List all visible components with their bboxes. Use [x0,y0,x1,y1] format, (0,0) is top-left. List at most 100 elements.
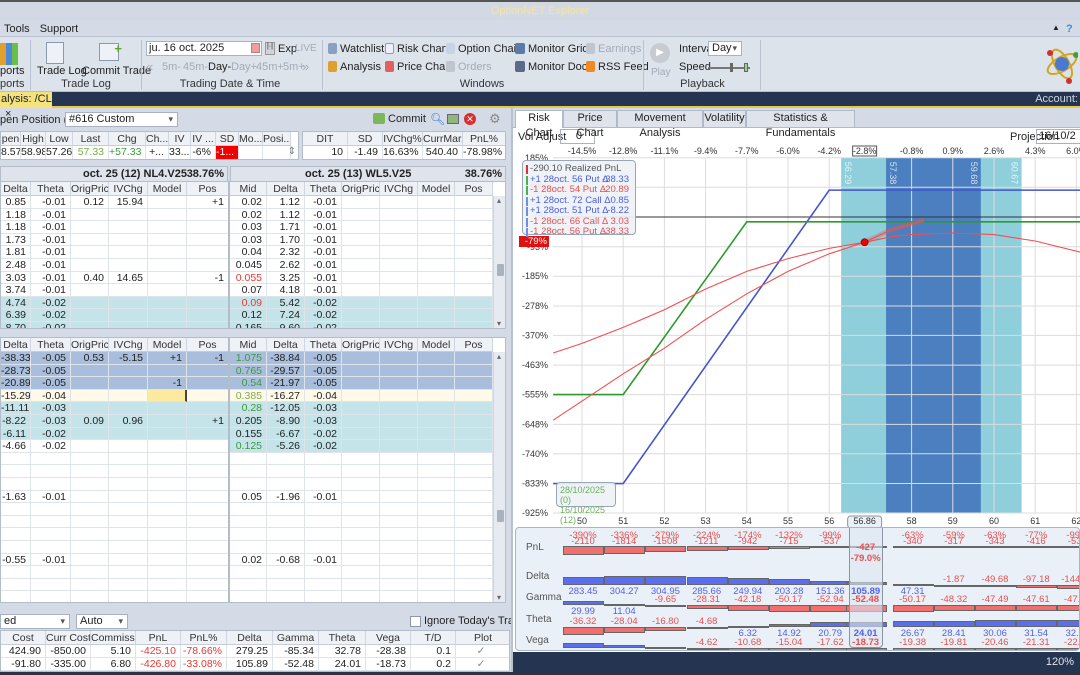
table-cell[interactable] [380,259,418,272]
table-cell[interactable]: -0.02 [31,296,71,310]
table-cell[interactable]: 0.53 [71,352,109,365]
table-row[interactable]: 1.075 -38.84 -0.05 [230,352,505,365]
trade-row[interactable]: -91.80 -335.00 6.80 -426.80 -33.08% 105.89 -52… [1,658,509,671]
table-cell[interactable] [305,465,342,478]
table-cell[interactable]: 7.24 [267,309,305,322]
table-cell[interactable] [455,490,493,504]
table-cell[interactable] [148,246,187,259]
table-cell[interactable]: -0.01 [31,246,71,259]
table-cell[interactable]: -0.01 [305,284,342,297]
scroll-up-icon[interactable]: ▴ [497,196,501,205]
table-cell[interactable] [71,296,109,310]
table-cell[interactable] [455,352,493,365]
table-cell[interactable] [267,515,305,529]
column-header[interactable]: Model [418,338,455,352]
table-cell[interactable] [109,553,148,567]
table-cell[interactable] [380,490,418,504]
table-row[interactable] [1,452,228,466]
table-row[interactable]: 0.385 -16.27 -0.04 [230,389,505,403]
table-cell[interactable] [71,322,109,328]
table-cell[interactable]: -0.01 [305,246,342,259]
table-cell[interactable] [187,528,228,541]
table-cell[interactable] [71,452,109,466]
table-cell[interactable]: 0.28 [230,402,267,415]
table-cell[interactable]: -8.90 [267,415,305,428]
table-cell[interactable] [380,553,418,567]
table-cell[interactable] [109,364,148,378]
table-cell[interactable] [31,515,71,529]
table-cell[interactable] [187,234,228,247]
table-cell[interactable] [380,402,418,415]
table-cell[interactable]: -0.03 [305,402,342,415]
table-cell[interactable] [342,490,380,504]
table-cell[interactable] [455,233,493,247]
table-cell[interactable] [455,591,493,602]
table-cell[interactable] [109,259,148,272]
table-cell[interactable]: 9.60 [267,322,305,328]
table-cell[interactable] [342,478,380,491]
table-cell[interactable] [187,566,228,579]
column-header[interactable]: Mo... [239,132,263,146]
table-cell[interactable] [342,402,380,415]
table-cell[interactable] [342,465,380,478]
table-cell[interactable] [31,478,71,491]
table-cell[interactable] [1,465,31,478]
table-row[interactable]: 1.18 -0.01 [1,221,228,234]
export-icon[interactable] [447,114,459,124]
editing-cell[interactable] [148,389,187,403]
step-45m-forward[interactable]: 45m+ [256,61,284,73]
step-5m-back[interactable]: 5m- [162,61,181,73]
table-cell[interactable]: -0.05 [305,364,342,378]
table-cell[interactable] [187,365,228,378]
table-cell[interactable]: 4.74 [1,296,31,310]
table-row[interactable]: 0.54 -21.97 -0.05 [230,377,505,390]
table-cell[interactable]: -0.05 [305,377,342,390]
table-cell[interactable] [31,465,71,478]
table-cell[interactable] [109,377,148,390]
table-cell[interactable] [267,578,305,592]
table-cell[interactable]: -1 [187,352,228,365]
column-header[interactable]: Chg [109,132,146,146]
table-cell[interactable] [148,259,187,272]
table-cell[interactable] [455,566,493,579]
table-cell[interactable] [230,478,267,491]
table-cell[interactable]: 1.18 [1,221,31,234]
table-cell[interactable] [380,541,418,554]
reports-icon[interactable] [0,43,18,65]
table-row[interactable]: 8.57 58.98 57.26 57.33 +57.33 +... 33... -6% -1.… [1,146,298,159]
table-cell[interactable] [230,528,267,541]
table-row[interactable]: -20.89 -0.05 -1 [1,377,228,390]
column-header[interactable]: Curr Cost [46,631,91,645]
table-row[interactable] [230,591,505,602]
table-cell[interactable] [380,246,418,259]
table-cell[interactable] [71,364,109,378]
column-header[interactable]: IVChg [380,338,418,352]
table-cell[interactable]: 3.03 [1,271,31,285]
table-row[interactable]: 0.205 -8.90 -0.03 [230,415,505,428]
table-cell[interactable]: -12.05 [267,402,305,415]
scrollbar-thumb[interactable] [497,510,504,522]
column-header[interactable]: T/D [411,631,456,645]
table-cell[interactable] [342,427,380,441]
position-select[interactable]: #616 Custom [65,112,178,127]
table-cell[interactable]: 15.94 [109,196,148,209]
table-cell[interactable]: -29.57 [267,364,305,378]
table-row[interactable] [230,503,505,516]
table-cell[interactable]: 0.165 [230,322,267,328]
table-cell[interactable] [1,528,31,541]
table-cell[interactable] [455,246,493,259]
table-cell[interactable] [342,566,380,579]
table-cell[interactable] [418,503,455,516]
table-cell[interactable] [148,578,187,592]
column-header[interactable]: Pos [455,182,493,196]
table-cell[interactable] [418,415,455,428]
table-cell[interactable] [418,377,455,390]
column-header[interactable]: Delta [1,338,31,352]
table-cell[interactable] [380,452,418,466]
table-cell[interactable] [455,208,493,222]
table-cell[interactable]: 1.81 [1,246,31,259]
table-cell[interactable] [71,284,109,297]
table-row[interactable]: 0.165 9.60 -0.02 [230,322,505,328]
table-cell[interactable]: -5.15 [109,352,148,365]
table-cell[interactable] [305,478,342,491]
